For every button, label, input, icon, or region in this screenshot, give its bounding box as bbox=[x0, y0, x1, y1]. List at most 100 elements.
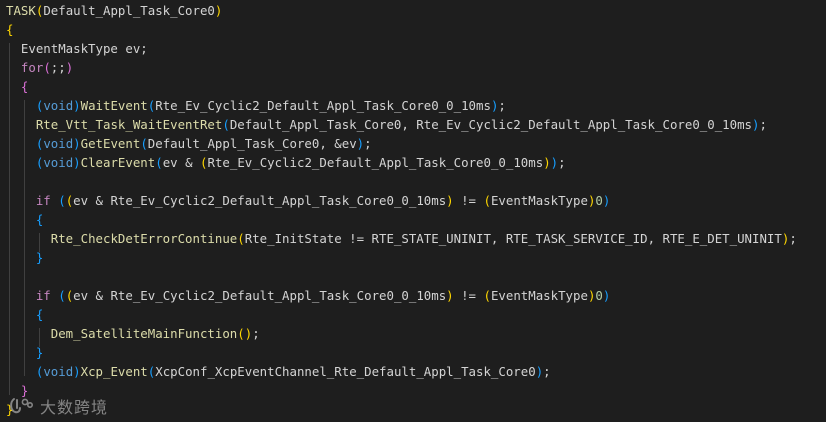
code-token: TASK bbox=[6, 3, 36, 18]
code-token: ; bbox=[789, 231, 797, 246]
code-token: ) bbox=[543, 155, 551, 170]
code-token: Rte_Vtt_Task_WaitEventRet bbox=[35, 117, 223, 132]
code-token: ) bbox=[214, 3, 223, 18]
code-token: void bbox=[43, 155, 74, 170]
code-token: ( bbox=[237, 231, 245, 246]
code-token: ) bbox=[446, 288, 454, 303]
code-token: Default_Appl_Task_Core0, &ev bbox=[147, 136, 357, 151]
code-token: ) bbox=[602, 288, 611, 303]
code-editor[interactable]: TASK(Default_Appl_Task_Core0){ EventMask… bbox=[0, 0, 826, 422]
code-line: if ( ( ev & Rte_Ev_Cyclic2_Default_Appl_Ta… bbox=[6, 286, 611, 305]
code-token: GetEvent bbox=[80, 136, 141, 151]
code-line: Dem_SatelliteMainFunction(); bbox=[6, 324, 260, 343]
code-line: { bbox=[6, 210, 43, 229]
code-token: 0 bbox=[595, 193, 603, 208]
code-token: 0 bbox=[595, 288, 603, 303]
code-token: ) bbox=[73, 136, 81, 151]
code-token: Dem_SatelliteMainFunction bbox=[50, 326, 238, 341]
code-line: EventMaskType ev; bbox=[6, 39, 148, 58]
code-token: { bbox=[35, 212, 44, 227]
code-token: ) bbox=[550, 155, 559, 170]
code-token: ;; bbox=[50, 60, 66, 75]
watermark: 大数跨境 bbox=[8, 394, 108, 418]
code-token: for bbox=[20, 60, 44, 75]
code-token: ClearEvent bbox=[80, 155, 156, 170]
code-line: } bbox=[6, 343, 43, 362]
code-token: } bbox=[35, 345, 44, 360]
code-token: XcpConf_XcpEventChannel_Rte_Default_Appl… bbox=[155, 364, 536, 379]
code-token: ( bbox=[43, 60, 51, 75]
code-token: { bbox=[20, 79, 29, 94]
code-token: != bbox=[453, 193, 484, 208]
code-token: ( bbox=[58, 288, 66, 303]
code-token: Rte_Ev_Cyclic2_Default_Appl_Task_Core0_0… bbox=[155, 98, 491, 113]
code-token: { bbox=[6, 22, 14, 37]
code-token: Rte_Ev_Cyclic2_Default_Appl_Task_Core0_0… bbox=[207, 155, 544, 170]
code-line: (void)WaitEvent(Rte_Ev_Cyclic2_Default_A… bbox=[6, 96, 506, 115]
code-token: ( bbox=[483, 288, 491, 303]
code-token: ( bbox=[140, 136, 148, 151]
code-token: ev & bbox=[162, 155, 201, 170]
code-token: ) bbox=[602, 193, 611, 208]
code-line: if ( ( ev & Rte_Ev_Cyclic2_Default_Appl_Ta… bbox=[6, 191, 611, 210]
code-line: Rte_CheckDetErrorContinue(Rte_InitState … bbox=[6, 229, 797, 248]
code-token: ) bbox=[446, 193, 454, 208]
code-token: != bbox=[453, 288, 484, 303]
code-token: ; bbox=[759, 117, 767, 132]
code-token: ( bbox=[58, 193, 66, 208]
code-line: { bbox=[6, 77, 28, 96]
code-token: void bbox=[43, 364, 74, 379]
code-token: Xcp_Event bbox=[80, 364, 148, 379]
code-line: TASK(Default_Appl_Task_Core0) bbox=[6, 1, 222, 20]
code-line: (void)GetEvent(Default_Appl_Task_Core0, … bbox=[6, 134, 372, 153]
code-token: EventMaskType bbox=[490, 288, 588, 303]
code-line: { bbox=[6, 20, 13, 39]
code-token: void bbox=[43, 136, 74, 151]
code-token: ev & Rte_Ev_Cyclic2_Default_Appl_Task_Co… bbox=[73, 193, 447, 208]
watermark-text: 大数跨境 bbox=[40, 398, 109, 417]
code-token: EventMaskType bbox=[490, 193, 588, 208]
code-token: ; bbox=[543, 364, 551, 379]
code-token: ) bbox=[73, 98, 81, 113]
code-token: ( bbox=[222, 117, 230, 132]
code-token: ; bbox=[364, 136, 372, 151]
code-token: EventMaskType ev; bbox=[6, 41, 148, 56]
code-token: ; bbox=[558, 155, 566, 170]
code-line: { bbox=[6, 305, 43, 324]
code-token: ) bbox=[356, 136, 365, 151]
code-token: Default_Appl_Task_Core0 bbox=[43, 3, 215, 18]
code-token: ) bbox=[65, 60, 74, 75]
code-token: ; bbox=[498, 98, 506, 113]
code-token: ( bbox=[483, 193, 491, 208]
code-token: if bbox=[35, 288, 51, 303]
code-token: ev & Rte_Ev_Cyclic2_Default_Appl_Task_Co… bbox=[73, 288, 447, 303]
code-token: ) bbox=[73, 364, 81, 379]
brand-logo-icon bbox=[10, 398, 33, 414]
code-token: Rte_InitState != RTE_STATE_UNINIT, RTE_T… bbox=[244, 231, 782, 246]
code-line: } bbox=[6, 248, 43, 267]
code-line: Rte_Vtt_Task_WaitEventRet(Default_Appl_T… bbox=[6, 115, 767, 134]
code-token: ( bbox=[237, 326, 245, 341]
code-line: for(;;) bbox=[6, 58, 73, 77]
code-token: if bbox=[35, 193, 51, 208]
code-token: Rte_CheckDetErrorContinue bbox=[50, 231, 238, 246]
code-token: Default_Appl_Task_Core0, Rte_Ev_Cyclic2_… bbox=[229, 117, 752, 132]
code-line: (void)ClearEvent(ev & (Rte_Ev_Cyclic2_De… bbox=[6, 153, 566, 172]
code-token: ( bbox=[155, 155, 163, 170]
code-token: WaitEvent bbox=[80, 98, 148, 113]
code-token: ; bbox=[252, 326, 260, 341]
code-token: void bbox=[43, 98, 74, 113]
